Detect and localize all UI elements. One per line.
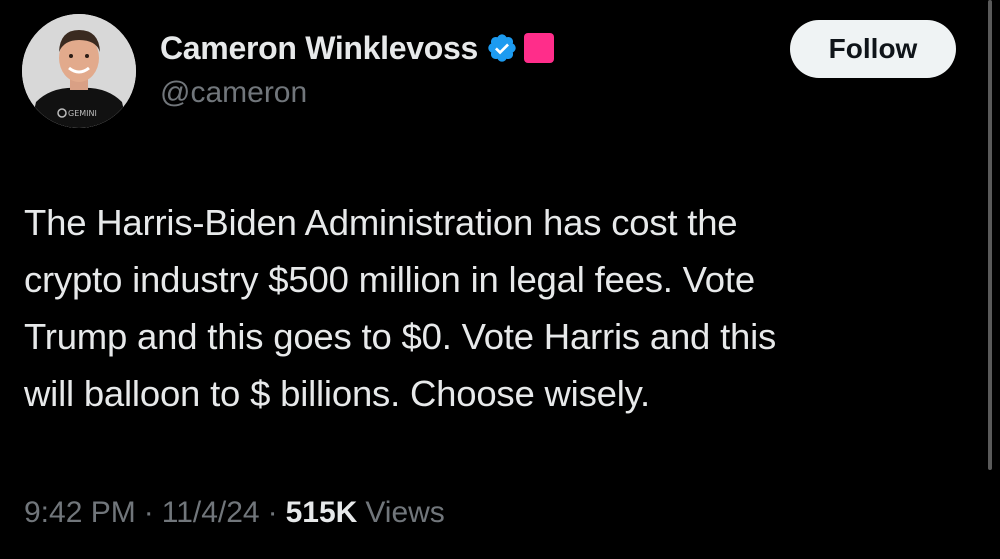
affiliate-badge-icon[interactable] (523, 33, 554, 63)
tweet-card: GEMINI Cameron Winklevoss @cameron Follo… (0, 0, 1000, 559)
avatar[interactable]: GEMINI (22, 14, 136, 128)
tweet-text-line: will balloon to $ billions. Choose wisel… (24, 373, 650, 414)
tweet-text-line: The Harris-Biden Administration has cost… (24, 202, 738, 243)
tweet-text-line: crypto industry $500 million in legal fe… (24, 259, 755, 300)
author-header: Cameron Winklevoss @cameron (160, 26, 554, 110)
name-row: Cameron Winklevoss (160, 26, 554, 70)
tweet-time[interactable]: 9:42 PM (24, 496, 136, 530)
avatar-image: GEMINI (22, 14, 136, 128)
views-count[interactable]: 515K (286, 496, 358, 530)
meta-separator: · (267, 496, 278, 529)
user-handle[interactable]: @cameron (160, 76, 554, 110)
follow-button[interactable]: Follow (790, 20, 956, 78)
meta-separator: · (143, 496, 154, 529)
verified-badge-icon[interactable] (486, 32, 518, 64)
display-name[interactable]: Cameron Winklevoss (160, 30, 478, 67)
avatar-shirt-logo: GEMINI (68, 109, 97, 118)
tweet-meta: 9:42 PM · 11/4/24 · 515K Views (24, 496, 445, 530)
views-label: Views (365, 496, 445, 529)
tweet-text-line: Trump and this goes to $0. Vote Harris a… (24, 316, 777, 357)
tweet-date[interactable]: 11/4/24 (162, 496, 260, 530)
tweet-text: The Harris-Biden Administration has cost… (24, 194, 974, 422)
scrollbar[interactable] (988, 0, 992, 470)
